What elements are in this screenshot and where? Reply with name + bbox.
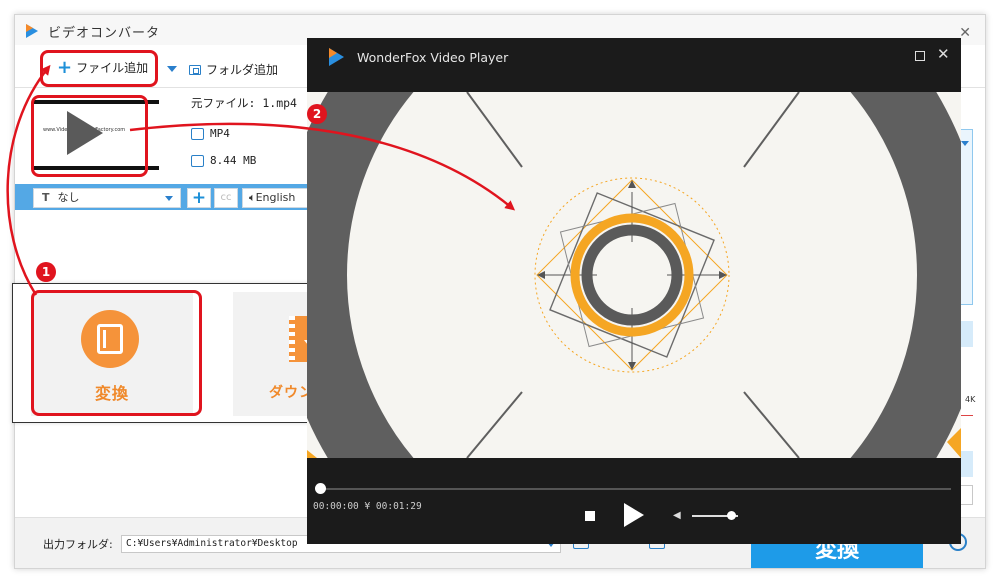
highlight-convert-mode (31, 290, 202, 416)
highlight-thumbnail (31, 95, 148, 177)
speaker-icon: 🔈︎ (249, 191, 256, 204)
converter-close-icon[interactable]: ✕ (959, 25, 971, 41)
output-format-panel[interactable] (959, 129, 973, 305)
volume-knob[interactable] (727, 511, 737, 520)
player-logo-icon (329, 48, 344, 66)
file-size: 8.44 MB (191, 154, 256, 167)
subtitle-select-value: なし (57, 191, 80, 204)
highlight-add-file (40, 50, 158, 87)
add-file-dropdown-icon[interactable] (167, 66, 177, 72)
video-frame-artwork (307, 92, 961, 458)
parameter-settings-button[interactable] (959, 451, 973, 477)
video-player-window: WonderFox Video Player ✕ 00:00:00 ¥ 00:0… (307, 38, 961, 544)
right-panel-field[interactable] (959, 485, 973, 505)
file-format: MP4 (191, 127, 230, 140)
volume-icon[interactable]: ◀︎ (673, 510, 681, 521)
folder-icon (189, 64, 201, 75)
original-file-name: 元ファイル: 1.mp4 (191, 96, 297, 110)
file-format-value: MP4 (210, 127, 230, 140)
add-folder-label: フォルダ追加 (206, 63, 279, 77)
audio-track-value: English (255, 191, 296, 204)
settings-strip[interactable] (959, 321, 973, 347)
seek-knob[interactable] (315, 483, 326, 494)
player-title: WonderFox Video Player (357, 50, 509, 65)
stop-icon[interactable] (585, 511, 595, 521)
add-folder-button[interactable]: フォルダ追加 (189, 61, 278, 78)
quality-4k-label: 4K (965, 395, 976, 404)
video-frame[interactable] (307, 92, 961, 458)
app-logo-icon (26, 24, 38, 38)
add-subtitle-button[interactable]: + (187, 188, 211, 208)
quality-slider[interactable] (959, 415, 973, 416)
play-icon[interactable] (624, 503, 644, 527)
format-icon (191, 127, 204, 140)
text-icon: T (42, 191, 50, 204)
converter-title: ビデオコンバータ (48, 26, 161, 41)
player-close-icon[interactable]: ✕ (937, 45, 950, 63)
chevron-down-icon (961, 141, 969, 146)
step-badge-2: 2 (307, 104, 327, 124)
playback-time: 00:00:00 ¥ 00:01:29 (313, 501, 422, 512)
file-size-icon (191, 154, 204, 167)
file-size-value: 8.44 MB (210, 154, 257, 167)
player-controls: 00:00:00 ¥ 00:01:29 ◀︎ (307, 458, 961, 544)
maximize-icon[interactable] (915, 51, 925, 61)
chevron-down-icon (165, 196, 173, 201)
seek-bar[interactable] (317, 488, 951, 490)
output-folder-label: 出力フォルダ: (43, 538, 113, 551)
cc-button[interactable]: cc (214, 188, 238, 208)
subtitle-select[interactable]: T なし (33, 188, 181, 208)
screenshot-canvas: ビデオコンバータ ✕ + ファイル追加 フォルダ追加 www.VideoConv… (0, 0, 1000, 582)
step-badge-1: 1 (36, 262, 56, 282)
